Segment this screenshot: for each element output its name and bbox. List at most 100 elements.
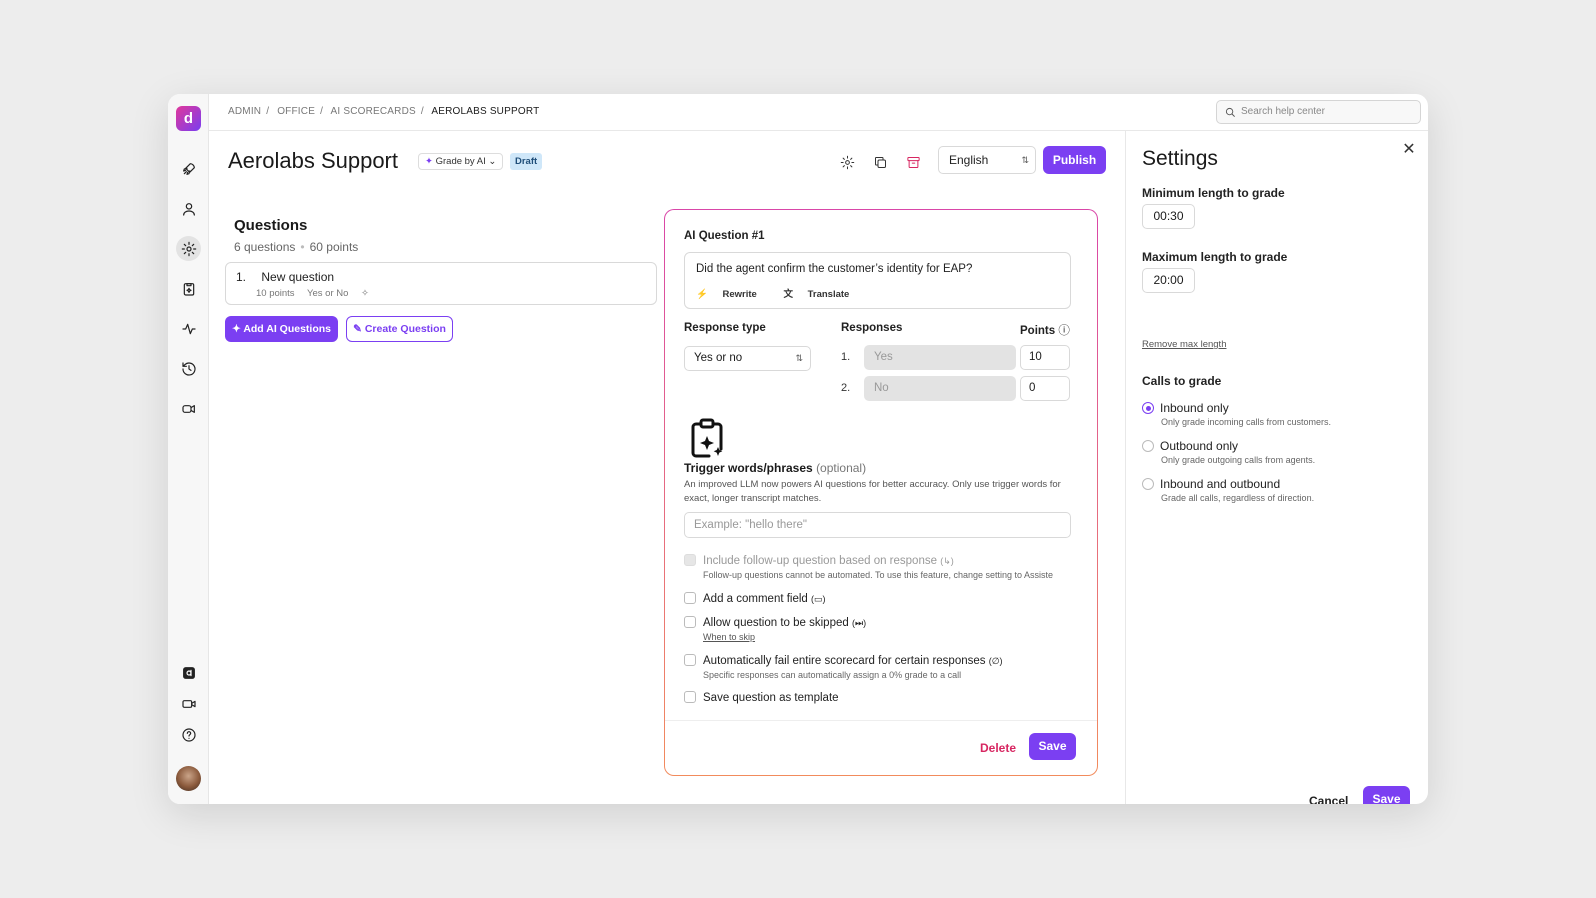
- rocket-icon[interactable]: [176, 156, 201, 181]
- rewrite-label: Rewrite: [722, 289, 757, 300]
- skip-option[interactable]: Allow question to be skipped (⏭): [684, 616, 866, 629]
- questions-heading: Questions: [234, 217, 308, 234]
- breadcrumb-admin[interactable]: ADMIN: [228, 106, 261, 117]
- translate-icon: 文: [783, 289, 793, 300]
- questions-summary: 6 questions • 60 points: [234, 240, 359, 254]
- radio-label: Inbound only: [1160, 401, 1229, 415]
- help-icon[interactable]: [176, 722, 201, 747]
- chevron-down-icon: ⌄: [488, 156, 497, 167]
- info-icon[interactable]: ⓘ: [1058, 325, 1070, 337]
- question-text: Did the agent confirm the customer’s ide…: [696, 263, 973, 275]
- language-value: English: [949, 153, 989, 167]
- template-checkbox[interactable]: [684, 691, 696, 703]
- trigger-description: An improved LLM now powers AI questions …: [684, 479, 1061, 504]
- points-label: Points ⓘ: [1020, 322, 1070, 338]
- search-input[interactable]: Search help center: [1216, 100, 1421, 124]
- comment-checkbox[interactable]: [684, 592, 696, 604]
- max-length-input[interactable]: 20:00: [1142, 268, 1195, 293]
- autofail-checkbox[interactable]: [684, 654, 696, 666]
- page-title: Aerolabs Support: [228, 148, 398, 173]
- autofail-option[interactable]: Automatically fail entire scorecard for …: [684, 654, 1003, 667]
- min-length-input[interactable]: 00:30: [1142, 204, 1195, 229]
- radio-button[interactable]: [1142, 402, 1154, 414]
- points-input[interactable]: 0: [1020, 376, 1070, 401]
- radio-inbound-outbound[interactable]: Inbound and outbound: [1142, 477, 1280, 491]
- radio-sub: Grade all calls, regardless of direction…: [1161, 493, 1315, 503]
- response-number: 1.: [841, 351, 851, 363]
- response-field: No: [864, 376, 1016, 401]
- radio-outbound-only[interactable]: Outbound only: [1142, 439, 1238, 453]
- radio-sub: Only grade outgoing calls from agents.: [1161, 455, 1316, 465]
- sparkle-icon: ✦: [231, 323, 241, 335]
- history-icon[interactable]: [176, 356, 201, 381]
- remove-max-length-link[interactable]: Remove max length: [1142, 339, 1226, 350]
- radio-button[interactable]: [1142, 478, 1154, 490]
- question-title: New question: [261, 270, 335, 284]
- close-icon[interactable]: ✕: [1402, 142, 1416, 158]
- questions-points: 60 points: [309, 240, 359, 254]
- radio-inbound-only[interactable]: Inbound only: [1142, 401, 1229, 415]
- delete-button[interactable]: Delete: [980, 741, 1016, 755]
- radio-sub: Only grade incoming calls from customers…: [1161, 417, 1332, 427]
- followup-icon: (↳): [940, 556, 954, 566]
- questions-count: 6 questions: [234, 240, 296, 254]
- breadcrumb-ai-scorecards[interactable]: AI SCORECARDS: [331, 106, 416, 117]
- archive-icon[interactable]: [904, 153, 922, 171]
- translate-button[interactable]: 文 Translate: [783, 289, 861, 300]
- list-item[interactable]: 1. New question 10 points Yes or No ✧: [225, 262, 657, 305]
- grade-mode-dropdown[interactable]: ✦ Grade by AI ⌄: [418, 153, 504, 170]
- gear-icon[interactable]: [176, 236, 201, 261]
- response-type-value: Yes or no: [694, 352, 743, 364]
- calls-to-grade-label: Calls to grade: [1142, 374, 1222, 388]
- breadcrumb: ADMIN / OFFICE / AI SCORECARDS / AEROLABS S…: [228, 106, 540, 117]
- rewrite-button[interactable]: ⚡ Rewrite: [696, 289, 769, 300]
- language-select[interactable]: English ⇅: [938, 146, 1036, 174]
- user-icon[interactable]: [176, 196, 201, 221]
- cancel-button[interactable]: Cancel: [1309, 794, 1348, 804]
- edit-icon: ✎: [353, 323, 362, 335]
- trigger-optional: (optional): [816, 461, 867, 475]
- followup-sub: Follow-up questions cannot be automated.…: [703, 570, 1054, 580]
- status-badge: Draft: [510, 153, 543, 170]
- dialpad-logo-icon[interactable]: [176, 660, 201, 685]
- trigger-words-input[interactable]: Example: "hello there": [684, 512, 1071, 538]
- comment-option[interactable]: Add a comment field (▭): [684, 592, 826, 605]
- radio-label: Inbound and outbound: [1160, 477, 1281, 491]
- skip-checkbox[interactable]: [684, 616, 696, 628]
- points-input[interactable]: 10: [1020, 345, 1070, 370]
- save-question-button[interactable]: Save: [1029, 733, 1076, 760]
- followup-checkbox: [684, 554, 696, 566]
- sparkle-icon: ✧: [361, 288, 370, 299]
- breadcrumb-office[interactable]: OFFICE: [277, 106, 315, 117]
- search-placeholder: Search help center: [1241, 106, 1325, 117]
- question-number: 1.: [236, 270, 247, 284]
- radio-button[interactable]: [1142, 440, 1154, 452]
- save-settings-button[interactable]: Save: [1363, 786, 1410, 804]
- question-points: 10 points: [256, 288, 295, 299]
- question-type: Yes or No: [307, 288, 349, 299]
- search-icon: [1225, 107, 1235, 117]
- settings-gear-icon[interactable]: [838, 153, 856, 171]
- camera-icon[interactable]: [176, 691, 201, 716]
- comment-icon: (▭): [811, 594, 826, 604]
- response-type-label: Response type: [684, 322, 766, 334]
- question-text-field[interactable]: Did the agent confirm the customer’s ide…: [684, 252, 1071, 309]
- settings-panel: Settings ✕ Minimum length to grade 00:30…: [1125, 131, 1428, 804]
- publish-button[interactable]: Publish: [1043, 146, 1106, 174]
- when-to-skip-link[interactable]: When to skip: [703, 632, 755, 642]
- create-question-button[interactable]: ✎ Create Question: [346, 316, 453, 342]
- avatar[interactable]: [176, 766, 201, 791]
- add-ai-questions-button[interactable]: ✦ Add AI Questions: [225, 316, 338, 342]
- sidebar-rail: d: [168, 94, 209, 804]
- template-option[interactable]: Save question as template: [684, 691, 839, 704]
- clipboard-ai-icon[interactable]: [176, 276, 201, 301]
- breadcrumb-current: AEROLABS SUPPORT: [431, 106, 540, 117]
- app-logo[interactable]: d: [176, 106, 201, 131]
- response-type-select[interactable]: Yes or no ⇅: [684, 346, 811, 371]
- settings-title: Settings: [1142, 147, 1218, 170]
- duplicate-icon[interactable]: [871, 153, 889, 171]
- create-question-label: Create Question: [364, 323, 446, 335]
- clipboard-sparkle-icon: [691, 418, 723, 458]
- video-call-icon[interactable]: [176, 396, 201, 421]
- activity-icon[interactable]: [176, 316, 201, 341]
